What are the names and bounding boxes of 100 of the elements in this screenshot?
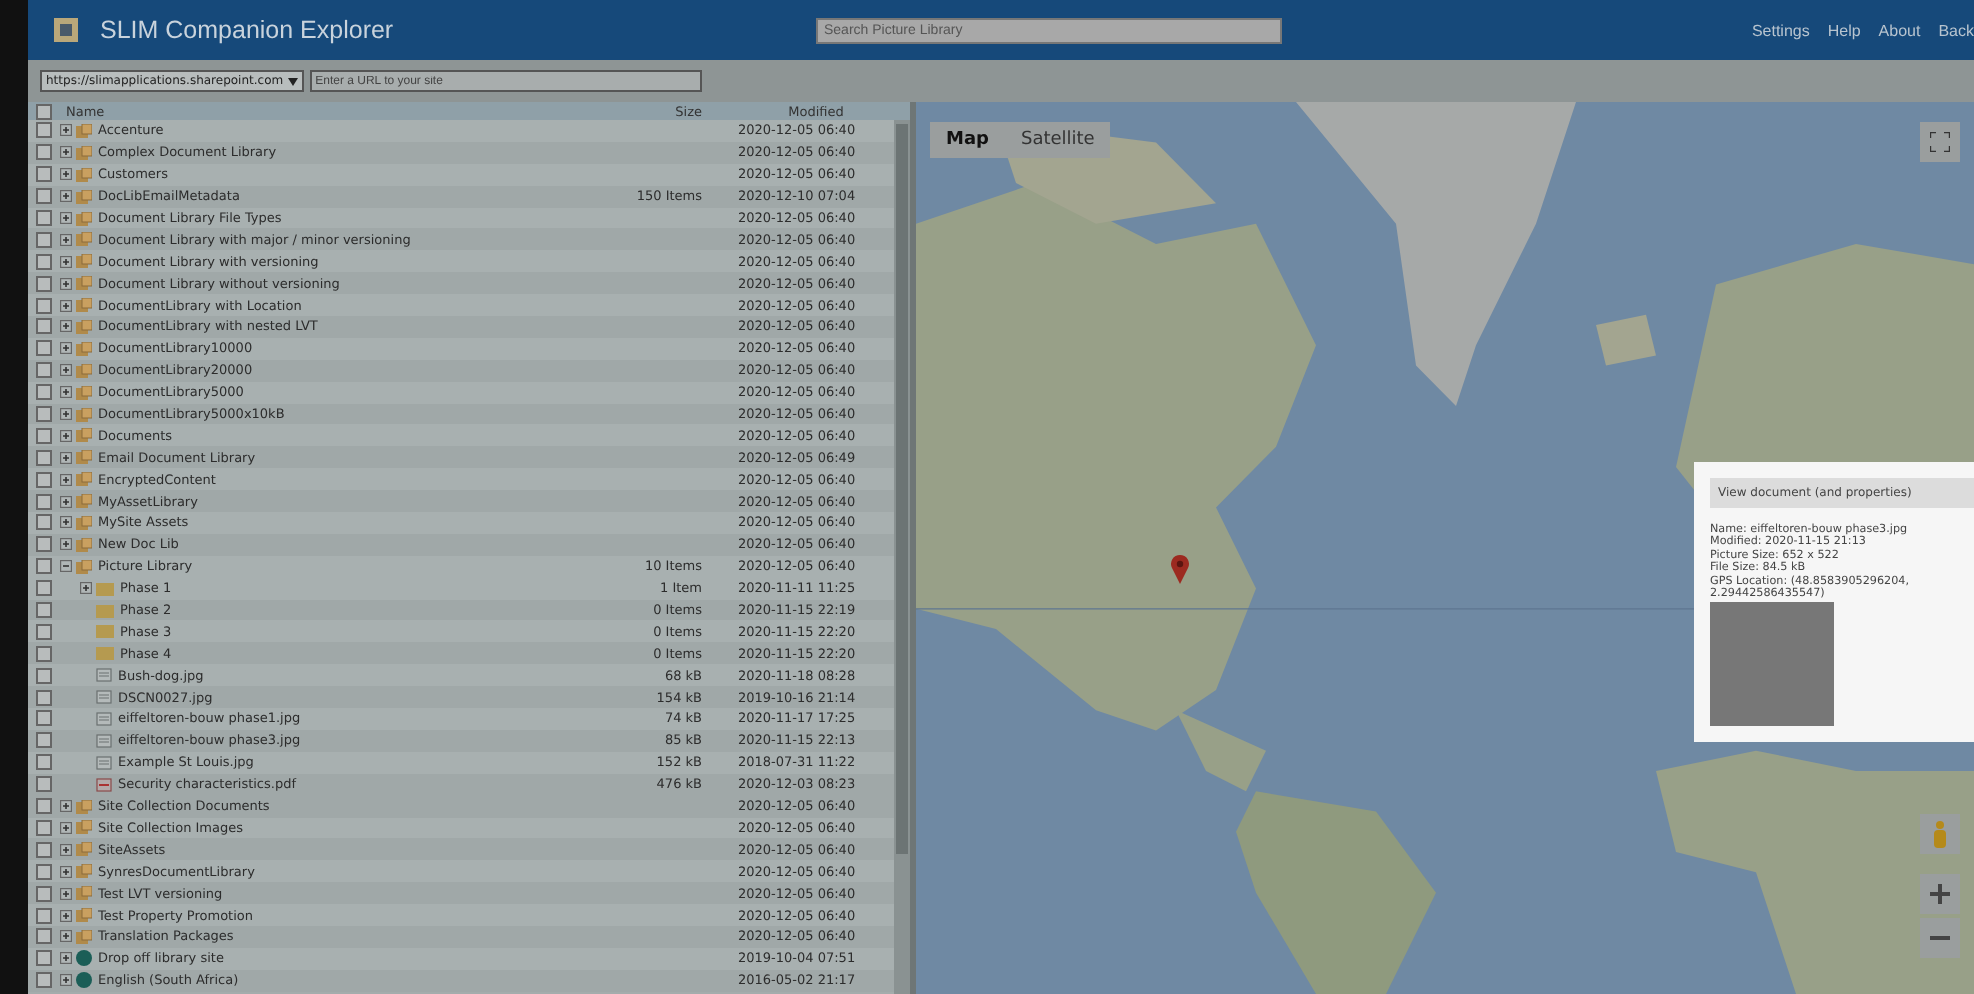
nav-link[interactable]: Settings [1751, 21, 1810, 39]
row-checkbox[interactable] [36, 231, 52, 248]
expand-icon[interactable] [60, 408, 72, 421]
expand-icon[interactable] [60, 320, 72, 333]
library-icon [76, 232, 92, 247]
row-checkbox[interactable] [36, 427, 52, 444]
library-icon [76, 407, 92, 422]
location-pin-icon [1170, 554, 1190, 584]
row-checkbox[interactable] [36, 623, 52, 640]
row-checkbox[interactable] [36, 580, 52, 597]
library-icon [76, 864, 92, 879]
library-icon [76, 123, 92, 138]
library-icon [76, 450, 92, 465]
nav-link[interactable]: About [1878, 21, 1921, 39]
row-checkbox[interactable] [36, 144, 52, 161]
expand-icon[interactable] [60, 212, 72, 224]
row-checkbox[interactable] [36, 166, 52, 183]
row-checkbox[interactable] [36, 558, 52, 575]
row-checkbox[interactable] [36, 384, 52, 401]
row-checkbox[interactable] [36, 210, 52, 226]
photo-placeholder [1710, 602, 1834, 727]
row-checkbox[interactable] [36, 928, 52, 945]
expand-icon[interactable] [60, 538, 72, 551]
expand-icon[interactable] [60, 364, 72, 377]
row-checkbox[interactable] [36, 754, 52, 771]
row-checkbox[interactable] [36, 645, 52, 662]
expand-icon[interactable] [60, 342, 72, 355]
expand-icon[interactable] [60, 843, 72, 856]
expand-icon[interactable] [60, 277, 72, 290]
library-icon [76, 537, 92, 552]
row-checkbox[interactable] [36, 732, 52, 749]
expand-icon[interactable] [60, 299, 72, 312]
library-icon [76, 167, 92, 182]
row-checkbox[interactable] [36, 493, 52, 510]
expand-icon[interactable] [60, 233, 72, 246]
row-checkbox[interactable] [36, 863, 52, 880]
row-checkbox[interactable] [36, 885, 52, 902]
library-icon [76, 559, 92, 574]
expand-icon[interactable] [60, 516, 72, 529]
library-icon [76, 494, 92, 509]
expand-icon[interactable] [60, 909, 72, 921]
row-checkbox[interactable] [36, 122, 52, 139]
expand-icon[interactable] [60, 146, 72, 159]
library-icon [76, 886, 92, 901]
expand-icon[interactable] [60, 865, 72, 878]
row-checkbox[interactable] [36, 667, 52, 684]
zoom-in-button[interactable] [1920, 874, 1960, 914]
row-checkbox[interactable] [36, 362, 52, 379]
logo-icon [52, 16, 80, 44]
row-checkbox[interactable] [36, 275, 52, 292]
row-checkbox[interactable] [36, 710, 52, 727]
expand-icon[interactable] [60, 495, 72, 508]
select-all-checkbox[interactable] [36, 103, 52, 119]
caret-icon [287, 77, 298, 85]
fullscreen-button[interactable] [1920, 122, 1960, 162]
zoom-out-button[interactable] [1920, 918, 1960, 958]
row-checkbox[interactable] [36, 602, 52, 619]
collapse-icon[interactable] [60, 560, 72, 573]
row-checkbox[interactable] [36, 972, 52, 989]
expand-icon[interactable] [60, 168, 72, 181]
row-checkbox[interactable] [36, 841, 52, 858]
row-checkbox[interactable] [36, 950, 52, 967]
expand-icon[interactable] [60, 974, 72, 987]
expand-icon[interactable] [60, 190, 72, 203]
expand-icon[interactable] [60, 473, 72, 486]
row-checkbox[interactable] [36, 514, 52, 531]
app-title: SLIM Companion Explorer [100, 16, 396, 44]
row-checkbox[interactable] [36, 340, 52, 357]
nav-link[interactable]: Help [1827, 21, 1861, 39]
expand-icon[interactable] [60, 887, 72, 900]
image-file-icon [96, 690, 112, 705]
fullscreen-icon [1930, 132, 1950, 152]
expand-icon[interactable] [60, 930, 72, 943]
row-checkbox[interactable] [36, 819, 52, 836]
row-checkbox[interactable] [36, 188, 52, 205]
row-checkbox[interactable] [36, 297, 52, 314]
library-icon [76, 298, 92, 313]
expand-icon[interactable] [80, 582, 92, 595]
expand-icon[interactable] [60, 124, 72, 137]
expand-icon[interactable] [60, 821, 72, 834]
row-checkbox[interactable] [36, 318, 52, 335]
image-file-icon [96, 733, 112, 748]
expand-icon[interactable] [60, 429, 72, 442]
row-checkbox[interactable] [36, 798, 52, 815]
row-checkbox[interactable] [36, 536, 52, 553]
row-checkbox[interactable] [36, 449, 52, 466]
row-checkbox[interactable] [36, 689, 52, 706]
row-checkbox[interactable] [36, 253, 52, 270]
row-checkbox[interactable] [36, 471, 52, 488]
row-checkbox[interactable] [36, 907, 52, 923]
library-icon [76, 929, 92, 944]
expand-icon[interactable] [60, 255, 72, 268]
row-checkbox[interactable] [36, 406, 52, 423]
expand-icon[interactable] [60, 386, 72, 399]
row-checkbox[interactable] [36, 776, 52, 793]
expand-icon[interactable] [60, 952, 72, 965]
nav-link[interactable]: Back [1938, 21, 1974, 39]
expand-icon[interactable] [60, 451, 72, 464]
expand-icon[interactable] [60, 800, 72, 813]
library-icon [76, 254, 92, 269]
